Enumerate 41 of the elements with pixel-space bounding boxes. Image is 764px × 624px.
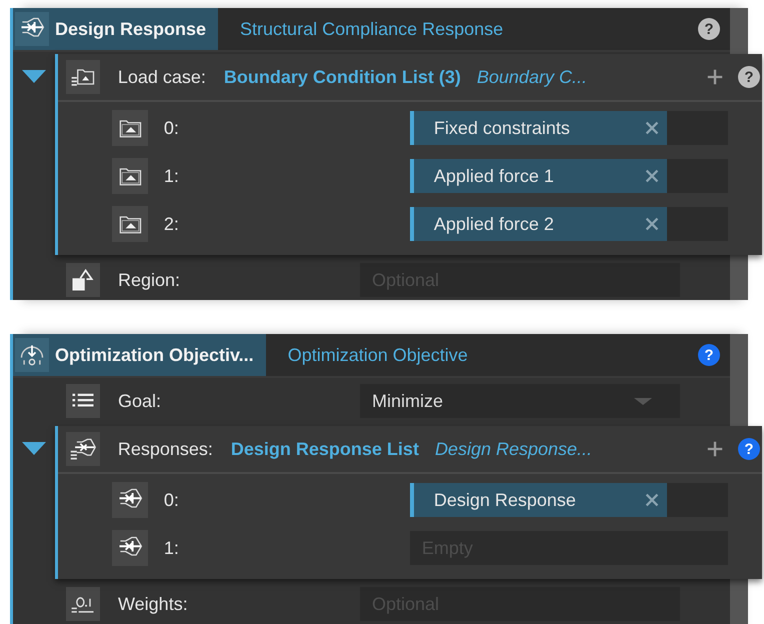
value-chip[interactable]: Design Response bbox=[410, 483, 667, 517]
folder-icon bbox=[112, 158, 148, 194]
index-label: 0: bbox=[164, 118, 180, 138]
index-label: 0: bbox=[164, 490, 180, 510]
help-button[interactable]: ? bbox=[698, 18, 720, 40]
field-label: Goal: bbox=[118, 390, 162, 412]
value-chip[interactable]: Applied force 2 bbox=[410, 207, 667, 241]
index-label: 2: bbox=[164, 214, 180, 234]
help-button[interactable]: ? bbox=[738, 66, 760, 88]
field-label: Load case: bbox=[118, 66, 206, 88]
index-label: 1: bbox=[164, 166, 180, 186]
element-type-link[interactable]: Boundary C... bbox=[476, 66, 587, 88]
chip-label: Design Response bbox=[434, 490, 576, 510]
help-button[interactable]: ? bbox=[738, 438, 760, 460]
chip-label: Applied force 2 bbox=[434, 214, 554, 234]
response-list-icon bbox=[66, 432, 100, 466]
tab[interactable]: Optimization Objective bbox=[266, 344, 490, 366]
chip-label: Fixed constraints bbox=[434, 118, 570, 138]
value-chip[interactable]: Applied force 1 bbox=[410, 159, 667, 193]
list-type-link[interactable]: Design Response List bbox=[230, 438, 419, 460]
design-response-icon bbox=[112, 530, 148, 566]
list-type-link[interactable]: Boundary Condition List (3) bbox=[224, 66, 461, 88]
chip-label: Applied force 1 bbox=[434, 166, 554, 186]
list-icon bbox=[66, 384, 100, 418]
field-label: Responses: bbox=[118, 438, 213, 460]
folder-list-icon bbox=[66, 60, 100, 94]
add-icon[interactable] bbox=[706, 440, 724, 458]
weights-icon bbox=[66, 587, 100, 621]
add-icon[interactable] bbox=[706, 68, 724, 86]
dropdown[interactable]: Minimize bbox=[360, 384, 680, 418]
field-label: Weights: bbox=[118, 594, 189, 614]
design-response-icon bbox=[15, 12, 49, 46]
tab[interactable]: Structural Compliance Response bbox=[218, 18, 526, 40]
folder-icon bbox=[112, 206, 148, 242]
value-chip[interactable]: Fixed constraints bbox=[410, 111, 667, 145]
help-button[interactable]: ? bbox=[698, 344, 720, 366]
index-label: 1: bbox=[164, 538, 180, 558]
folder-icon bbox=[112, 110, 148, 146]
element-type-link[interactable]: Design Response... bbox=[434, 438, 592, 460]
field-label: Region: bbox=[118, 270, 182, 290]
design-response-icon bbox=[112, 482, 148, 518]
